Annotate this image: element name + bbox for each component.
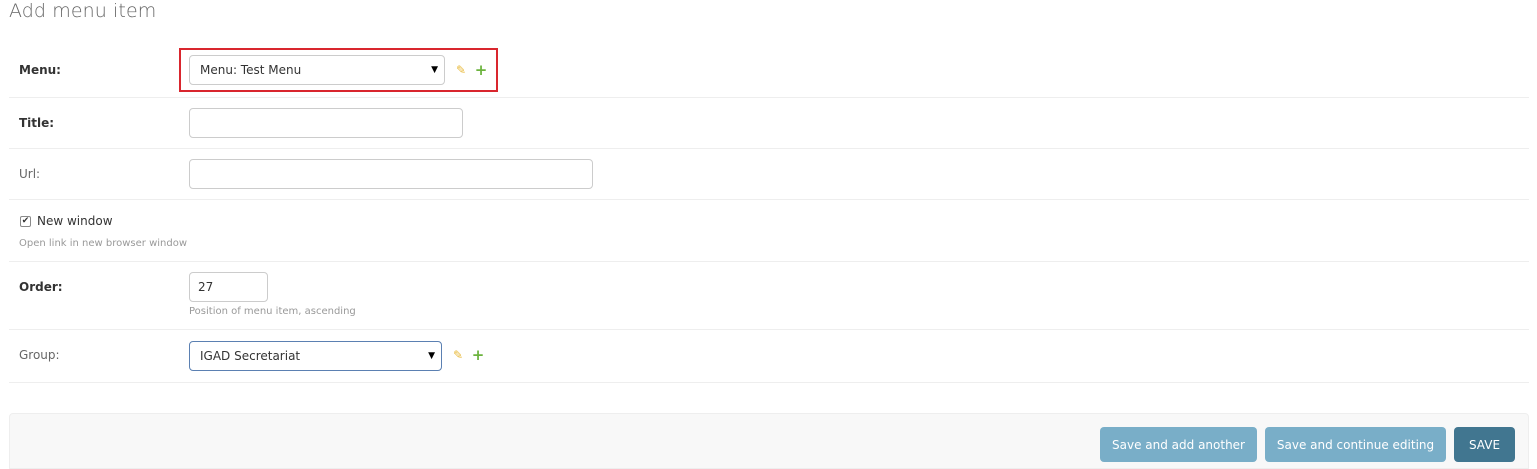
url-input[interactable] bbox=[189, 159, 593, 189]
order-label: Order: bbox=[19, 280, 63, 294]
title-label: Title: bbox=[19, 116, 55, 130]
group-select[interactable]: IGAD Secretariat ▼ bbox=[189, 341, 442, 371]
save-and-continue-editing-button[interactable]: Save and continue editing bbox=[1265, 427, 1446, 462]
pencil-icon[interactable]: ✎ bbox=[454, 63, 468, 77]
plus-icon[interactable]: + bbox=[474, 63, 488, 78]
pencil-icon[interactable]: ✎ bbox=[451, 348, 465, 362]
menu-select-value: Menu: Test Menu bbox=[200, 63, 302, 77]
new-window-row bbox=[9, 200, 1529, 262]
save-and-add-another-button[interactable]: Save and add another bbox=[1100, 427, 1257, 462]
plus-icon[interactable]: + bbox=[471, 348, 485, 363]
order-input[interactable]: 27 bbox=[189, 272, 268, 302]
page-title: Add menu item bbox=[9, 0, 157, 22]
url-label: Url: bbox=[19, 167, 41, 181]
add-menu-item-page: Add menu item Menu: Menu: Test Menu ▼ ✎ … bbox=[0, 0, 1537, 469]
group-select-value: IGAD Secretariat bbox=[200, 349, 301, 363]
menu-select[interactable]: Menu: Test Menu ▼ bbox=[189, 55, 445, 85]
new-window-checkbox[interactable]: ✔ bbox=[20, 216, 31, 227]
submit-row: Save and add another Save and continue e… bbox=[9, 413, 1529, 469]
save-button[interactable]: SAVE bbox=[1454, 427, 1515, 462]
new-window-help: Open link in new browser window bbox=[19, 238, 188, 249]
menu-label: Menu: bbox=[19, 63, 61, 77]
group-label: Group: bbox=[19, 348, 60, 362]
chevron-down-icon: ▼ bbox=[428, 351, 435, 361]
new-window-label[interactable]: New window bbox=[37, 214, 113, 228]
chevron-down-icon: ▼ bbox=[431, 65, 438, 75]
title-input[interactable] bbox=[189, 108, 463, 138]
order-help: Position of menu item, ascending bbox=[189, 306, 356, 317]
